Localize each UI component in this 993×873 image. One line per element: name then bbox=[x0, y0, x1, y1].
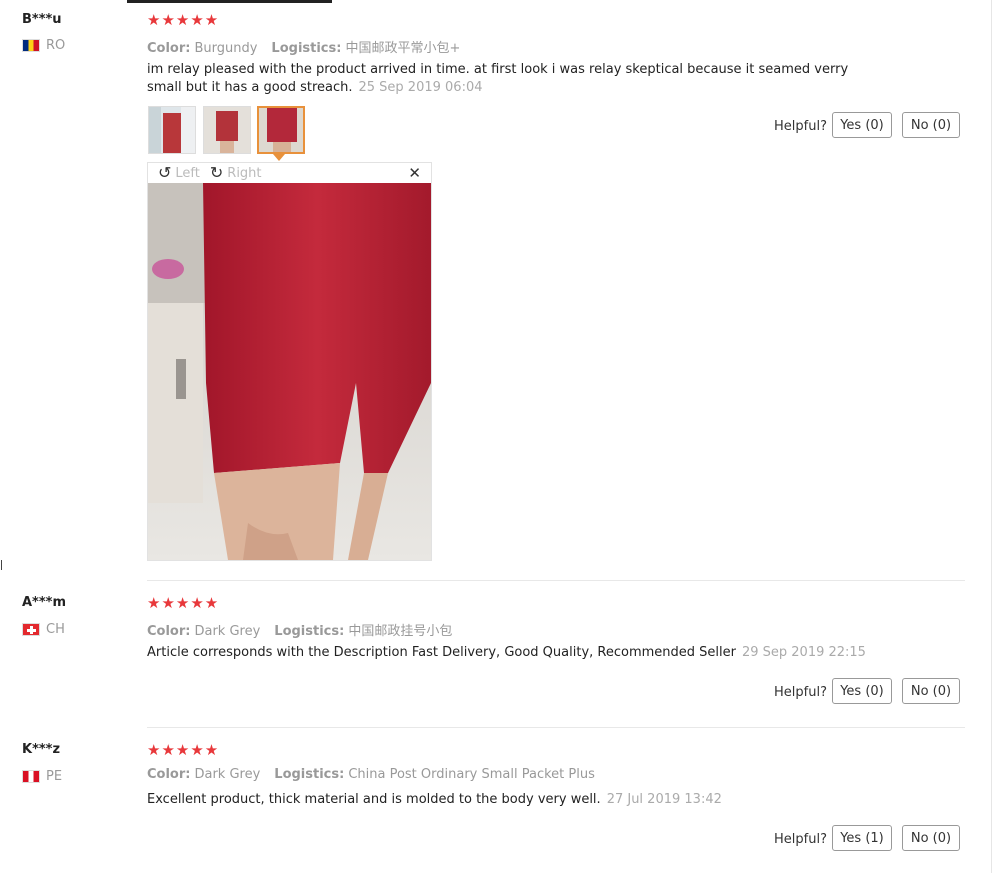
review-text-block: Article corresponds with the Description… bbox=[147, 644, 907, 662]
logistics-value: 中国邮政挂号小包 bbox=[348, 624, 453, 639]
flag-pe-icon bbox=[22, 770, 40, 783]
rotate-left-button[interactable]: ↺ Left bbox=[158, 165, 200, 181]
helpful-yes-button[interactable]: Yes (0) bbox=[832, 112, 892, 138]
review-time: 25 Sep 2019 06:04 bbox=[358, 80, 483, 95]
reviewer-name: A***m bbox=[22, 595, 67, 610]
photo-thumbnail-selected[interactable] bbox=[257, 106, 305, 154]
color-label: Color: bbox=[147, 767, 191, 782]
helpful-yes-button[interactable]: Yes (0) bbox=[832, 678, 892, 704]
rotate-right-label: Right bbox=[227, 165, 262, 181]
helpful-yes-button[interactable]: Yes (1) bbox=[832, 825, 892, 851]
rotate-left-label: Left bbox=[175, 165, 200, 181]
logistics-label: Logistics: bbox=[271, 41, 342, 56]
helpful-no-button[interactable]: No (0) bbox=[902, 678, 960, 704]
rating-stars: ★★★★★ bbox=[147, 594, 220, 612]
helpful-no-button[interactable]: No (0) bbox=[902, 112, 960, 138]
review-time: 29 Sep 2019 22:15 bbox=[741, 645, 866, 660]
color-value: Dark Grey bbox=[194, 624, 261, 639]
review-text-block: im relay pleased with the product arrive… bbox=[147, 61, 867, 97]
reviewer-name: B***u bbox=[22, 12, 62, 27]
review-text: im relay pleased with the product arrive… bbox=[147, 62, 849, 95]
review-time: 27 Jul 2019 13:42 bbox=[606, 792, 722, 807]
country-code: CH bbox=[46, 622, 65, 637]
helpful-label: Helpful? bbox=[774, 119, 827, 134]
review-meta: Color: Burgundy Logistics: 中国邮政平常小包+ bbox=[147, 37, 460, 56]
review-meta: Color: Dark Grey Logistics: China Post Ordi… bbox=[147, 767, 595, 782]
photo-thumbnail[interactable] bbox=[203, 106, 251, 154]
selected-caret bbox=[273, 154, 285, 161]
logistics-value: 中国邮政平常小包+ bbox=[345, 41, 461, 56]
logistics-value: China Post Ordinary Small Packet Plus bbox=[348, 767, 595, 782]
viewer-toolbar: ↺ Left ↻ Right ✕ bbox=[148, 163, 431, 183]
review-item: B***u RO ★★★★★ Color: Burgundy Logistics: 中… bbox=[0, 0, 993, 580]
rotate-left-icon: ↺ bbox=[158, 163, 172, 182]
logistics-label: Logistics: bbox=[274, 624, 345, 639]
review-item: K***z PE ★★★★★ Color: Dark Grey Logistics:… bbox=[0, 730, 993, 873]
helpful-label: Helpful? bbox=[774, 685, 827, 700]
color-label: Color: bbox=[147, 41, 191, 56]
review-divider bbox=[147, 580, 965, 581]
country-code: RO bbox=[46, 38, 66, 53]
rotate-right-button[interactable]: ↻ Right bbox=[210, 165, 262, 181]
reviewer-name: K***z bbox=[22, 742, 61, 757]
close-icon[interactable]: ✕ bbox=[408, 164, 421, 182]
reviewer-country: PE bbox=[22, 769, 62, 784]
review-divider bbox=[147, 727, 965, 728]
review-item: A***m CH ★★★★★ Color: Dark Grey Logistics:… bbox=[0, 583, 993, 726]
flag-ch-icon bbox=[22, 623, 40, 636]
photo-viewer: ↺ Left ↻ Right ✕ bbox=[147, 162, 432, 561]
color-value: Burgundy bbox=[194, 41, 258, 56]
color-value: Dark Grey bbox=[194, 767, 261, 782]
reviewer-country: CH bbox=[22, 622, 65, 637]
rating-stars: ★★★★★ bbox=[147, 11, 220, 29]
color-label: Color: bbox=[147, 624, 191, 639]
review-text-block: Excellent product, thick material and is… bbox=[147, 791, 867, 809]
flag-ro-icon bbox=[22, 39, 40, 52]
review-photo bbox=[148, 183, 431, 560]
rotate-right-icon: ↻ bbox=[209, 163, 224, 182]
photo-thumbnail[interactable] bbox=[148, 106, 196, 154]
helpful-label: Helpful? bbox=[774, 832, 827, 847]
helpful-no-button[interactable]: No (0) bbox=[902, 825, 960, 851]
review-text: Excellent product, thick material and is… bbox=[147, 792, 601, 807]
logistics-label: Logistics: bbox=[274, 767, 345, 782]
review-text: Article corresponds with the Description… bbox=[147, 645, 736, 660]
review-meta: Color: Dark Grey Logistics: 中国邮政挂号小包 bbox=[147, 620, 452, 639]
country-code: PE bbox=[46, 769, 63, 784]
rating-stars: ★★★★★ bbox=[147, 741, 220, 759]
reviewer-country: RO bbox=[22, 38, 65, 53]
